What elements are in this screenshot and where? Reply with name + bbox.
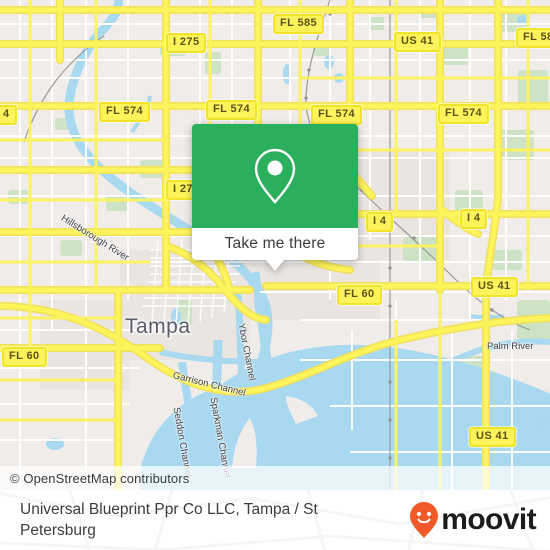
- location-title: Universal Blueprint Ppr Co LLC, Tampa / …: [20, 501, 318, 539]
- highway-shield: US 41: [469, 427, 516, 447]
- highway-shield: FL 574: [99, 102, 151, 122]
- location-pin-icon: [254, 148, 296, 204]
- highway-shield: US 41: [394, 32, 441, 52]
- map-screenshot: FL 585 US 41 FL 583 I 275 FL 574 FL 574 FL 574…: [0, 0, 550, 550]
- highway-shield: FL 60: [2, 347, 47, 367]
- highway-shield: I 4: [460, 209, 488, 229]
- place-label-tampa: Tampa: [125, 315, 191, 338]
- moovit-logo[interactable]: moovit: [409, 501, 537, 539]
- footer-bar: Universal Blueprint Ppr Co LLC, Tampa / …: [0, 490, 550, 550]
- highway-shield: US 41: [471, 277, 518, 297]
- highway-shield: FL 583: [516, 28, 550, 48]
- osm-attribution-text: © OpenStreetMap contributors: [10, 470, 190, 486]
- moovit-smiley-pin-icon: [410, 502, 439, 538]
- highway-shield: 4: [0, 105, 17, 125]
- osm-attribution[interactable]: © OpenStreetMap contributors: [0, 466, 550, 490]
- highway-shield: I 4: [366, 212, 394, 232]
- take-me-there-popup[interactable]: Take me there: [192, 124, 358, 271]
- highway-shield: I 275: [166, 33, 207, 53]
- map-canvas[interactable]: FL 585 US 41 FL 583 I 275 FL 574 FL 574 FL 574…: [0, 0, 550, 490]
- popup-icon-area: [192, 124, 358, 228]
- moovit-wordmark: moovit: [441, 503, 536, 536]
- popup-pointer: [266, 260, 284, 271]
- highway-shield: FL 60: [337, 285, 382, 305]
- highway-shield: FL 574: [311, 105, 363, 125]
- highway-shield: FL 574: [438, 104, 490, 124]
- take-me-there-button[interactable]: Take me there: [192, 228, 358, 260]
- water-label: Palm River: [487, 341, 534, 352]
- take-me-there-label: Take me there: [224, 235, 326, 252]
- highway-shield: FL 585: [273, 14, 325, 34]
- highway-shield: FL 574: [206, 100, 258, 120]
